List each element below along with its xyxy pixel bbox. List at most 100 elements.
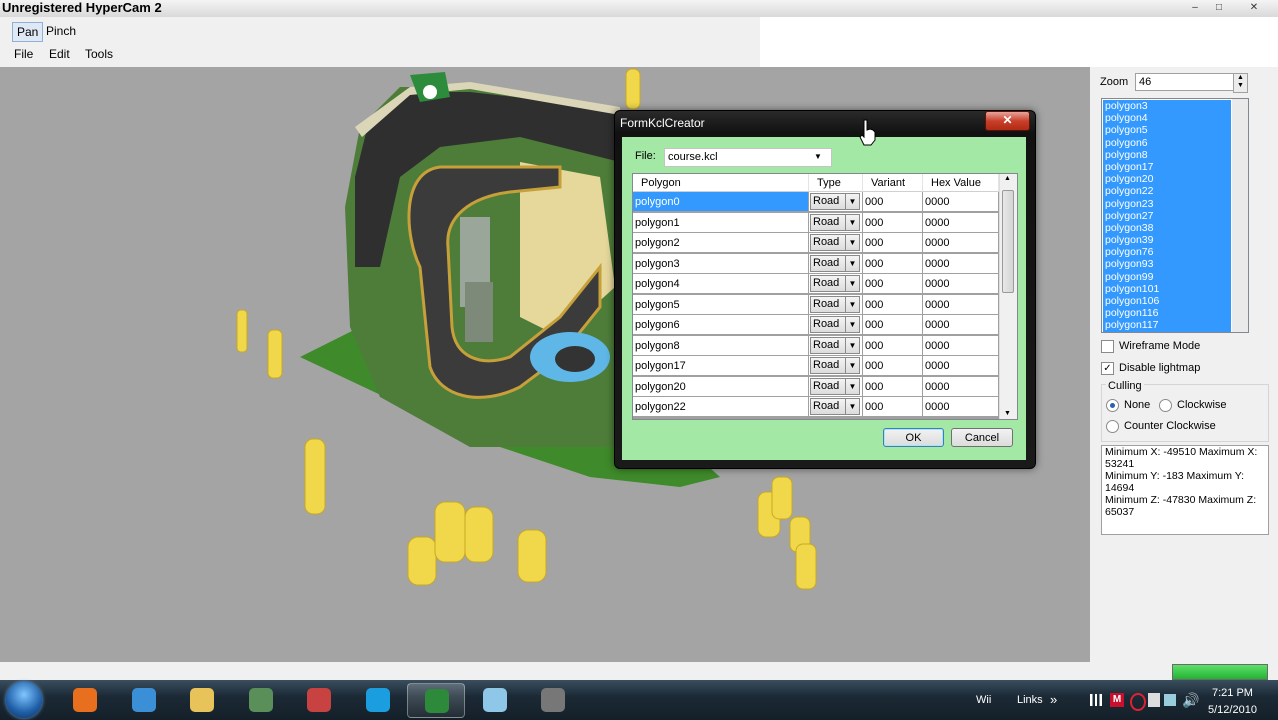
polygon-list-item[interactable]: polygon38 [1103, 222, 1231, 234]
table-row[interactable]: polygon22 Road ▼ 000 0000 [633, 397, 999, 418]
cell-hex[interactable]: 0000 [923, 192, 999, 212]
cell-hex[interactable]: 0000 [923, 315, 999, 335]
minimize-button[interactable]: – [1184, 1, 1206, 15]
cell-variant[interactable]: 000 [863, 397, 923, 417]
chevron-down-icon[interactable]: ▼ [845, 194, 859, 209]
polygon-list-item[interactable]: polygon39 [1103, 234, 1231, 246]
polygon-listbox[interactable]: polygon3 polygon4 polygon5 polygon6 polygon8… [1101, 98, 1249, 333]
cell-hex[interactable]: 0000 [923, 335, 999, 356]
polygon-list-item[interactable]: polygon20 [1103, 173, 1231, 185]
table-row[interactable]: polygon6 Road ▼ 000 0000 [633, 315, 999, 336]
table-row[interactable]: polygon2 Road ▼ 000 0000 [633, 233, 999, 254]
chevron-down-icon[interactable]: ▼ [845, 317, 859, 332]
pan-tool-button[interactable]: Pan [12, 22, 44, 42]
close-window-button[interactable]: ✕ [1236, 1, 1272, 15]
type-dropdown[interactable]: Road ▼ [810, 357, 860, 374]
type-dropdown[interactable]: Road ▼ [810, 336, 860, 354]
taskbar-button[interactable] [56, 683, 114, 718]
menu-tools[interactable]: Tools [85, 47, 113, 61]
taskbar-button[interactable] [290, 683, 348, 718]
cell-polygon[interactable]: polygon8 [633, 335, 809, 356]
dialog-close-button[interactable]: ✕ [985, 111, 1030, 131]
cell-hex[interactable]: 0000 [923, 376, 999, 397]
network-icon[interactable] [1164, 694, 1176, 706]
zoom-input[interactable]: 46 [1135, 73, 1238, 91]
volume-icon[interactable]: 🔊 [1182, 692, 1199, 709]
menu-edit[interactable]: Edit [49, 47, 70, 61]
chevron-down-icon[interactable]: ▼ [845, 358, 859, 373]
cell-hex[interactable]: 0000 [923, 274, 999, 294]
cell-variant[interactable]: 000 [863, 253, 923, 274]
cell-polygon[interactable]: polygon22 [633, 397, 809, 417]
table-row[interactable]: polygon0 Road ▼ 000 0000 [633, 192, 999, 213]
polygon-list-scrollbar[interactable] [1232, 99, 1248, 332]
taskbar-button[interactable] [466, 683, 524, 718]
maximize-button[interactable]: □ [1208, 1, 1230, 15]
chevron-down-icon[interactable]: ▼ [845, 296, 859, 312]
tray-more-icon[interactable]: » [1050, 692, 1057, 707]
taskbar-button[interactable] [232, 683, 290, 718]
cell-polygon[interactable]: polygon17 [633, 356, 809, 376]
stop-icon[interactable] [1130, 693, 1146, 711]
cell-variant[interactable]: 000 [863, 274, 923, 294]
polygon-list-item[interactable]: polygon23 [1103, 198, 1231, 210]
chevron-down-icon[interactable]: ▼ [814, 152, 822, 161]
polygon-grid[interactable]: Polygon Type Variant Hex Value polygon0 R… [632, 173, 1018, 420]
type-dropdown[interactable]: Road ▼ [810, 234, 860, 251]
cell-polygon[interactable]: polygon4 [633, 274, 809, 294]
chevron-down-icon[interactable]: ▼ [845, 378, 859, 394]
taskbar-button[interactable] [407, 683, 465, 718]
polygon-list-item[interactable]: polygon5 [1103, 124, 1231, 136]
polygon-list-item[interactable]: polygon27 [1103, 210, 1231, 222]
cell-polygon[interactable]: polygon0 [633, 192, 809, 212]
chevron-down-icon[interactable]: ▼ [845, 214, 859, 230]
polygon-list-item[interactable]: polygon4 [1103, 112, 1231, 124]
cell-hex[interactable]: 0000 [923, 356, 999, 376]
cell-polygon[interactable]: polygon20 [633, 376, 809, 397]
cell-hex[interactable]: 0000 [923, 233, 999, 253]
scroll-down-icon[interactable]: ▼ [1004, 410, 1011, 417]
polygon-list-item[interactable]: polygon3 [1103, 100, 1231, 112]
type-dropdown[interactable]: Road ▼ [810, 275, 860, 292]
cell-polygon[interactable]: polygon3 [633, 253, 809, 274]
type-dropdown[interactable]: Road ▼ [810, 213, 860, 231]
clock-date[interactable]: 5/12/2010 [1208, 704, 1257, 716]
col-header-type[interactable]: Type [809, 174, 863, 192]
cell-variant[interactable]: 000 [863, 335, 923, 356]
cell-hex[interactable]: 0000 [923, 294, 999, 315]
cell-polygon[interactable]: polygon1 [633, 212, 809, 233]
polygon-list-item[interactable]: polygon22 [1103, 185, 1231, 197]
polygon-list-item[interactable]: polygon99 [1103, 271, 1231, 283]
polygon-list-item[interactable]: polygon101 [1103, 283, 1231, 295]
cell-variant[interactable]: 000 [863, 192, 923, 212]
cell-variant[interactable]: 000 [863, 356, 923, 376]
cell-hex[interactable]: 0000 [923, 253, 999, 274]
type-dropdown[interactable]: Road ▼ [810, 377, 860, 395]
menu-file[interactable]: File [14, 47, 33, 61]
polygon-list-item[interactable]: polygon117 [1103, 319, 1231, 331]
cell-hex[interactable]: 0000 [923, 212, 999, 233]
table-row[interactable]: polygon5 Road ▼ 000 0000 [633, 294, 999, 316]
cell-variant[interactable]: 000 [863, 315, 923, 335]
taskbar-button[interactable] [115, 683, 173, 718]
clock-time[interactable]: 7:21 PM [1212, 687, 1253, 699]
polygon-list-item[interactable]: polygon8 [1103, 149, 1231, 161]
culling-none-radio[interactable] [1106, 399, 1119, 412]
type-dropdown[interactable]: Road ▼ [810, 316, 860, 333]
cell-variant[interactable]: 000 [863, 233, 923, 253]
cell-polygon[interactable]: polygon2 [633, 233, 809, 253]
col-header-variant[interactable]: Variant [863, 174, 923, 192]
tray-app-icon[interactable]: M [1110, 693, 1124, 707]
tray-wii-label[interactable]: Wii [976, 694, 991, 706]
zoom-spinner[interactable]: ▲ ▼ [1233, 73, 1248, 93]
ok-button[interactable]: OK [883, 428, 944, 447]
type-dropdown[interactable]: Road ▼ [810, 254, 860, 272]
signal-icon[interactable] [1090, 694, 1102, 706]
polygon-list-item[interactable]: polygon93 [1103, 258, 1231, 270]
table-row[interactable]: polygon3 Road ▼ 000 0000 [633, 253, 999, 275]
polygon-list-item[interactable]: polygon106 [1103, 295, 1231, 307]
culling-counter-radio[interactable] [1106, 420, 1119, 433]
type-dropdown[interactable]: Road ▼ [810, 193, 860, 210]
chevron-down-icon[interactable]: ▼ [845, 399, 859, 414]
start-button[interactable] [6, 682, 42, 718]
